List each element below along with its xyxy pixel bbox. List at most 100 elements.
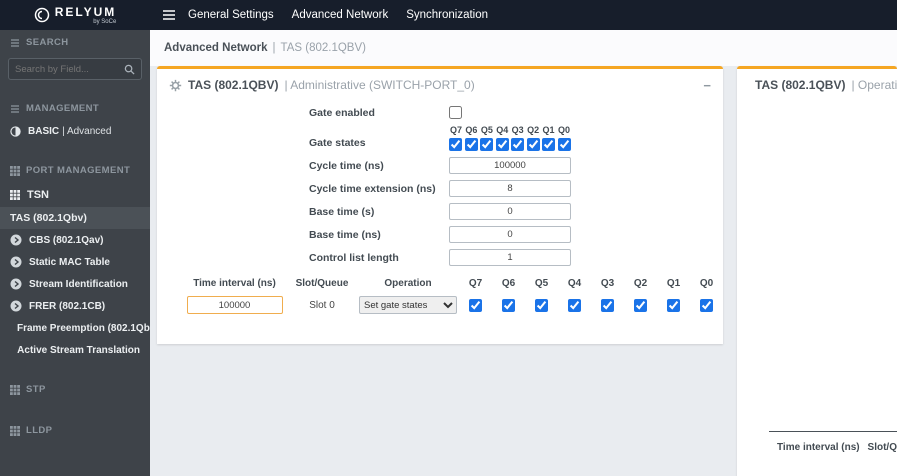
col-q5: Q5 — [534, 278, 549, 289]
op-col-time-interval: Time interval (ns) — [777, 442, 860, 453]
relyum-logo-icon — [34, 7, 49, 23]
administrative-card: TAS (802.1QBV) | Administrative (SWITCH-… — [157, 66, 723, 344]
sidebar-item-stp[interactable]: STP — [0, 377, 150, 402]
sidebar-tas-label: TAS (802.1Qbv) — [10, 212, 87, 224]
administrative-card-title: TAS (802.1QBV) — [188, 78, 279, 92]
administrative-form: Gate enabled Gate states Q7 Q6 Q5 Q4 Q3 — [157, 106, 723, 266]
cycle-time-input[interactable] — [449, 157, 571, 174]
sidebar-stp-label: STP — [26, 384, 46, 395]
cycle-time-extension-label: Cycle time extension (ns) — [309, 182, 436, 195]
search-icon[interactable] — [124, 64, 135, 75]
chevron-circle-icon — [10, 256, 22, 268]
sidebar-search-header-label: SEARCH — [26, 37, 69, 48]
gate-state-checkbox-q1[interactable] — [542, 138, 556, 151]
base-time-ns-input[interactable] — [449, 226, 571, 243]
grid-icon — [10, 165, 20, 176]
nav-advanced-network[interactable]: Advanced Network — [292, 9, 389, 21]
breadcrumb-section: Advanced Network — [164, 42, 268, 54]
cycle-time-label: Cycle time (ns) — [309, 159, 384, 172]
sidebar-item-frame-preemption[interactable]: Frame Preemption (802.1Qbu) — [0, 317, 150, 339]
cycle-time-extension-input[interactable] — [449, 180, 571, 197]
row-gate-checkbox-q5[interactable] — [535, 298, 548, 312]
operative-card-title: TAS (802.1QBV) — [755, 78, 846, 92]
sidebar-item-stream-identification[interactable]: Stream Identification — [0, 273, 150, 295]
row-gate-checkbox-q3[interactable] — [601, 298, 614, 312]
collapse-button[interactable]: − — [703, 79, 711, 92]
gate-state-checkbox-q0[interactable] — [557, 138, 571, 151]
base-time-s-input[interactable] — [449, 203, 571, 220]
gate-control-row: Slot 0 Set gate states — [182, 296, 723, 314]
sidebar-item-static-mac-table[interactable]: Static MAC Table — [0, 251, 150, 273]
chevron-circle-icon — [10, 234, 22, 246]
base-time-ns-row: Base time (ns) — [157, 226, 723, 243]
row-gate-checkbox-q7[interactable] — [469, 298, 482, 312]
main-content: Advanced Network | TAS (802.1QBV) TAS (8… — [150, 30, 897, 476]
row-gate-checkbox-q6[interactable] — [502, 298, 515, 312]
row-time-interval-input[interactable] — [186, 296, 283, 314]
col-q4: Q4 — [567, 278, 582, 289]
sidebar: SEARCH MANAGEMENT BASIC| Advanced PORT M… — [0, 30, 150, 476]
nav-general-settings[interactable]: General Settings — [188, 9, 274, 21]
list-icon — [11, 104, 19, 113]
sidebar-section-port-management: PORT MANAGEMENT — [0, 158, 150, 183]
grid-icon — [10, 384, 20, 395]
cycle-time-row: Cycle time (ns) — [157, 157, 723, 174]
sidebar-tsn-label: TSN — [27, 189, 49, 201]
cycle-time-extension-row: Cycle time extension (ns) — [157, 180, 723, 197]
gate-control-table: Time interval (ns) Slot/Queue Operation … — [157, 278, 723, 314]
search-box[interactable] — [8, 58, 142, 80]
operation-select[interactable]: Set gate states — [359, 296, 457, 314]
brand-logo[interactable]: RELYUM by SoCe — [0, 6, 150, 25]
sidebar-item-lldp[interactable]: LLDP — [0, 418, 150, 443]
sidebar-item-active-stream-translation[interactable]: Active Stream Translation — [0, 339, 150, 361]
gate-states-label: Gate states — [309, 137, 366, 149]
menu-toggle-icon[interactable] — [162, 9, 176, 21]
gate-state-checkbox-q3[interactable] — [511, 138, 525, 151]
search-input[interactable] — [15, 63, 124, 75]
col-q0: Q0 — [699, 278, 714, 289]
sidebar-section-search: SEARCH — [0, 30, 150, 55]
queue-label-q0: Q0 — [557, 125, 570, 135]
gate-state-checkbox-q6[interactable] — [464, 138, 478, 151]
sidebar-item-tsn[interactable]: TSN — [0, 183, 150, 207]
sidebar-item-basic-advanced[interactable]: BASIC | Advanced — [0, 121, 150, 142]
gate-states-checkboxes — [449, 138, 571, 151]
col-slot-queue: Slot/Queue — [295, 278, 349, 289]
row-gate-checkbox-q1[interactable] — [667, 298, 680, 312]
operative-card-header: TAS (802.1QBV) | Operative ( — [737, 69, 897, 98]
gate-state-checkbox-q5[interactable] — [480, 138, 494, 151]
base-time-s-label: Base time (s) — [309, 205, 375, 218]
grid-icon — [10, 425, 20, 436]
gate-enabled-checkbox[interactable] — [449, 106, 462, 119]
gate-enabled-row: Gate enabled — [157, 106, 723, 119]
gate-state-checkbox-q4[interactable] — [495, 138, 509, 151]
control-list-length-input[interactable] — [449, 249, 571, 266]
gate-enabled-label: Gate enabled — [309, 106, 375, 119]
top-navbar: RELYUM by SoCe General Settings Advanced… — [0, 0, 897, 30]
sidebar-item-cbs[interactable]: CBS (802.1Qav) — [0, 229, 150, 251]
row-gate-checkbox-q0[interactable] — [700, 298, 713, 312]
nav-synchronization[interactable]: Synchronization — [406, 9, 488, 21]
gate-state-checkbox-q7[interactable] — [449, 138, 462, 151]
sidebar-basic-label: BASIC | Advanced — [28, 126, 112, 137]
base-time-ns-label: Base time (ns) — [309, 228, 381, 241]
gear-icon — [169, 79, 182, 91]
sidebar-section-management: MANAGEMENT — [0, 96, 150, 121]
sidebar-item-frer[interactable]: FRER (802.1CB) — [0, 295, 150, 317]
row-slot-value: Slot 0 — [309, 299, 335, 311]
control-list-length-row: Control list length — [157, 249, 723, 266]
queue-label-q7: Q7 — [449, 125, 462, 135]
col-q6: Q6 — [501, 278, 516, 289]
gate-states-row: Gate states Q7 Q6 Q5 Q4 Q3 Q2 Q1 Q0 — [157, 125, 723, 151]
gate-state-checkbox-q2[interactable] — [526, 138, 540, 151]
chevron-circle-icon — [10, 278, 22, 290]
sidebar-management-header-label: MANAGEMENT — [26, 103, 100, 114]
operative-card: TAS (802.1QBV) | Operative ( Time interv… — [737, 66, 897, 476]
sidebar-item-tas[interactable]: TAS (802.1Qbv) — [0, 207, 150, 229]
sidebar-port-management-header-label: PORT MANAGEMENT — [26, 165, 131, 176]
row-gate-checkbox-q2[interactable] — [634, 298, 647, 312]
col-time-interval: Time interval (ns) — [193, 278, 276, 289]
row-gate-checkbox-q4[interactable] — [568, 298, 581, 312]
queue-label-q6: Q6 — [465, 125, 478, 135]
operative-table-header: Time interval (ns) Slot/Q — [769, 431, 897, 453]
